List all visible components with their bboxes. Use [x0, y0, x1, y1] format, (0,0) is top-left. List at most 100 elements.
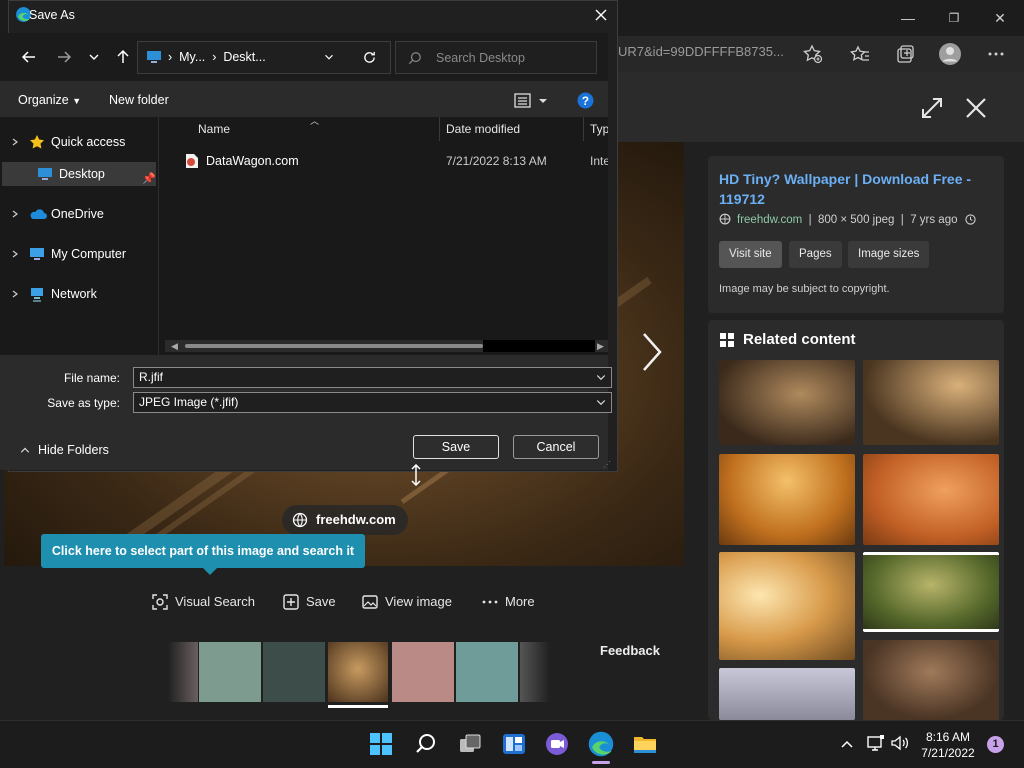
forward-arrow-icon[interactable] — [54, 47, 74, 67]
help-icon[interactable]: ? — [577, 92, 594, 109]
expand-arrow-icon[interactable] — [11, 247, 21, 261]
column-name-header[interactable]: Name — [198, 122, 230, 136]
next-image-arrow[interactable] — [636, 330, 666, 374]
display-network-icon[interactable] — [866, 734, 886, 752]
more-button[interactable]: More — [481, 592, 535, 612]
computer-icon — [29, 247, 45, 261]
restore-button[interactable]: ❐ — [944, 8, 964, 28]
minimize-button[interactable]: — — [898, 8, 918, 28]
nav-my-computer[interactable]: My Computer — [0, 242, 156, 266]
feedback-link[interactable]: Feedback — [600, 643, 660, 658]
collections-icon[interactable] — [891, 40, 919, 68]
strip-thumb[interactable] — [520, 642, 550, 702]
file-name-field[interactable]: R.jfif — [133, 367, 612, 388]
image-sizes-button[interactable]: Image sizes — [848, 241, 930, 268]
related-thumb[interactable] — [719, 668, 855, 720]
image-title-link[interactable]: HD Tiny? Wallpaper | Download Free - 119… — [719, 169, 989, 209]
nav-quick-access[interactable]: Quick access — [0, 130, 156, 154]
breadcrumb-item[interactable]: My... — [179, 50, 205, 64]
chevron-down-icon[interactable] — [595, 371, 607, 383]
up-arrow-icon[interactable] — [113, 47, 133, 67]
column-divider[interactable] — [583, 117, 584, 141]
save-button[interactable]: Save — [413, 435, 499, 459]
nav-desktop[interactable]: Desktop 📌 — [2, 162, 156, 186]
strip-thumb[interactable] — [456, 642, 518, 702]
chat-icon[interactable] — [543, 730, 571, 758]
save-image-button[interactable]: Save — [282, 592, 336, 612]
source-link[interactable]: freehdw.com — [737, 214, 802, 226]
widgets-icon[interactable] — [500, 730, 528, 758]
save-label: Save — [306, 594, 336, 609]
breadcrumb-chevron-icon[interactable] — [322, 50, 336, 64]
horizontal-scrollbar[interactable]: ◀ ▶ — [165, 340, 608, 352]
chevron-down-icon[interactable] — [595, 396, 607, 408]
chevron-up-icon[interactable] — [839, 736, 855, 752]
source-chip[interactable]: freehdw.com — [282, 505, 408, 535]
settings-more-icon[interactable] — [982, 40, 1010, 68]
close-window-button[interactable]: ✕ — [990, 8, 1010, 28]
expand-arrow-icon[interactable] — [11, 135, 21, 149]
related-thumb[interactable] — [863, 640, 999, 720]
new-folder-button[interactable]: New folder — [109, 93, 169, 107]
related-thumb[interactable] — [719, 360, 855, 445]
star-icon — [29, 134, 45, 150]
column-date-header[interactable]: Date modified — [446, 122, 520, 136]
column-divider[interactable] — [439, 117, 440, 141]
add-favorite-icon[interactable] — [798, 40, 826, 68]
related-thumb[interactable] — [863, 552, 999, 632]
search-icon[interactable] — [412, 730, 440, 758]
favorites-icon[interactable] — [846, 40, 874, 68]
recent-locations-chevron-icon[interactable] — [86, 49, 102, 65]
close-viewer-icon[interactable] — [962, 94, 990, 122]
nav-onedrive[interactable]: OneDrive — [0, 202, 156, 226]
strip-thumb[interactable] — [263, 642, 325, 702]
expand-icon[interactable] — [918, 94, 946, 122]
volume-icon[interactable] — [890, 734, 910, 752]
back-arrow-icon[interactable] — [19, 47, 39, 67]
taskbar-clock[interactable]: 8:16 AM 7/21/2022 — [918, 729, 978, 761]
save-as-type-select[interactable]: JPEG Image (*.jfif) — [133, 392, 612, 413]
file-date: 7/21/2022 8:13 AM — [446, 154, 547, 168]
view-options-icon[interactable] — [514, 92, 550, 110]
dialog-close-icon[interactable] — [591, 5, 611, 25]
address-bar[interactable]: UR7&id=99DDFFFFB8735... — [618, 44, 784, 59]
column-type-header[interactable]: Type — [590, 122, 608, 136]
start-icon[interactable] — [367, 730, 395, 758]
related-thumb[interactable] — [863, 454, 999, 545]
related-thumb[interactable] — [719, 552, 855, 660]
strip-thumb-selected[interactable] — [328, 642, 388, 702]
search-input[interactable]: Search Desktop — [395, 41, 597, 74]
scroll-thumb[interactable] — [185, 344, 483, 348]
expand-arrow-icon[interactable] — [11, 287, 21, 301]
breadcrumb-path[interactable]: › My... › Deskt... — [168, 50, 266, 64]
nav-label: My Computer — [51, 247, 127, 261]
file-explorer-icon[interactable] — [631, 730, 659, 758]
nav-network[interactable]: Network — [0, 282, 156, 306]
strip-thumb[interactable] — [392, 642, 454, 702]
notification-badge[interactable]: 1 — [987, 736, 1004, 753]
cancel-button[interactable]: Cancel — [513, 435, 599, 459]
strip-thumb[interactable] — [199, 642, 261, 702]
profile-avatar[interactable] — [936, 40, 964, 68]
visual-search-tooltip[interactable]: Click here to select part of this image … — [41, 534, 365, 575]
strip-thumb[interactable] — [168, 642, 198, 702]
breadcrumb[interactable]: › My... › Deskt... — [137, 41, 391, 74]
visual-search-button[interactable]: Visual Search — [151, 592, 255, 612]
breadcrumb-item[interactable]: Deskt... — [223, 50, 265, 64]
organize-menu[interactable]: Organize ▼ — [18, 93, 81, 107]
related-thumb[interactable] — [719, 454, 855, 545]
scroll-left-icon[interactable]: ◀ — [171, 340, 178, 352]
related-thumb[interactable] — [863, 360, 999, 445]
visit-site-button[interactable]: Visit site — [719, 241, 782, 268]
hide-folders-toggle[interactable]: Hide Folders — [19, 443, 109, 457]
save-as-type-label: Save as type: — [47, 396, 120, 410]
task-view-icon[interactable] — [456, 730, 484, 758]
scroll-right-icon[interactable]: ▶ — [597, 340, 604, 352]
expand-arrow-icon[interactable] — [11, 207, 21, 221]
refresh-icon[interactable] — [362, 50, 377, 65]
file-row[interactable]: DataWagon.com 7/21/2022 8:13 AM Intern — [170, 150, 608, 172]
view-image-button[interactable]: View image — [361, 592, 452, 612]
pages-button[interactable]: Pages — [789, 241, 842, 268]
edge-taskbar-icon[interactable] — [587, 730, 615, 758]
resize-grip-icon[interactable]: ⋰ — [603, 460, 611, 469]
